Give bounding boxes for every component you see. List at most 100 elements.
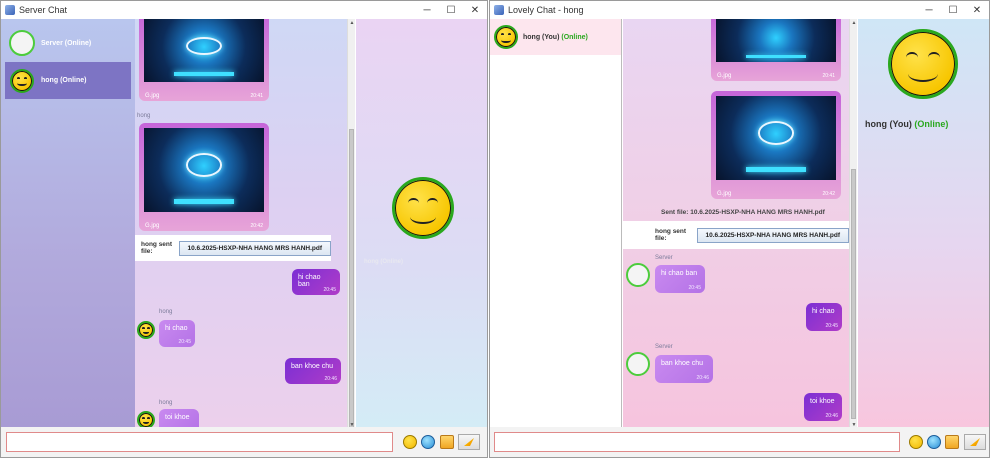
emoji-icon[interactable] [909,435,923,449]
outgoing-message: toi khoe 20:46 [804,393,842,421]
contact-status: (Online) [561,33,588,41]
incoming-message: hi chao ban 20:45 [655,265,705,293]
avatar [9,30,35,56]
avatar [626,263,650,287]
image-filename: G.jpg [145,223,160,229]
profile-name: hong [364,259,379,265]
file-download-button[interactable]: 10.6.2025-HSXP-NHA HANG MRS HANH.pdf [178,240,331,256]
incoming-message: toi khoe [159,409,199,427]
avatar-smiley-icon [10,68,34,93]
scroll-up-icon[interactable]: ▲ [850,19,858,27]
profile-status: (Online) [380,259,404,265]
image-filename: G.jpg [717,73,732,79]
title-bar: Lovely Chat - hong ─ ☐ ✕ [490,1,989,19]
maximize-icon[interactable]: ☐ [941,1,965,19]
profile-label: hong (Online) [364,259,403,265]
title-bar: Server Chat ─ ☐ ✕ [1,1,487,19]
contact-item-server[interactable]: Server (Online) [5,25,131,61]
outgoing-message: hi chao ban 20:45 [292,269,340,295]
sender-name: hong [159,309,173,315]
avatar-smiley-icon [494,25,518,49]
chat-messages: G.jpg 20:41 G.jpg 20:42 Sent file: 10.6.… [623,19,849,427]
contact-name: Server [41,39,63,47]
emoji-icon[interactable] [403,435,417,449]
file-label: hong sent file: [141,241,173,255]
message-text: ban khoe chu [291,363,334,370]
profile-avatar-smiley-icon [888,29,958,99]
profile-name: hong (You) [865,119,912,129]
contact-name: hong [41,77,59,84]
message-text: hi chao ban [661,270,698,277]
message-text: ban khoe chu [661,360,704,367]
file-message: hong sent file: 10.6.2025-HSXP-NHA HANG … [623,221,849,249]
profile-panel: hong (You) (Online) [858,19,989,427]
window-title: Lovely Chat - hong [508,5,584,15]
contact-list: hong (You) (Online) [490,19,622,427]
message-text: toi khoe [165,414,190,421]
message-time: 20:46 [825,413,838,419]
scroll-up-icon[interactable]: ▲ [348,19,356,27]
image-message[interactable]: G.jpg 20:41 [711,19,841,81]
close-icon[interactable]: ✕ [463,1,487,19]
scroll-thumb[interactable] [851,169,856,419]
chat-scrollbar[interactable]: ▲ ▼ [849,19,857,429]
contact-name: hong (You) [523,33,560,41]
outgoing-message: hi chao 20:45 [806,303,842,331]
app-icon [494,5,504,15]
maximize-icon[interactable]: ☐ [439,1,463,19]
server-chat-window: Server Chat ─ ☐ ✕ Server (Online) hong (… [0,0,488,458]
image-filename: G.jpg [145,93,160,99]
contact-status: (Online) [64,39,92,47]
file-label: hong sent file: [655,228,687,242]
send-icon[interactable] [964,434,986,450]
file-message: hong sent file: 10.6.2025-HSXP-NHA HANG … [135,235,331,261]
contact-status: (Online) [60,77,87,84]
chat-messages: G.jpg 20:41 hong G.jpg 20:42 hong sent f… [135,19,347,427]
minimize-icon[interactable]: ─ [917,1,941,19]
sender-name: Server [655,344,673,350]
send-icon[interactable] [458,434,480,450]
image-message[interactable]: G.jpg 20:41 [139,19,269,101]
message-image [144,19,264,82]
minimize-icon[interactable]: ─ [415,1,439,19]
image-icon[interactable] [421,435,435,449]
message-time: 20:42 [822,191,835,197]
message-time: 20:45 [178,339,191,345]
image-message[interactable]: G.jpg 20:42 [711,91,841,199]
file-download-button[interactable]: 10.6.2025-HSXP-NHA HANG MRS HANH.pdf [696,227,849,243]
folder-icon[interactable] [945,435,959,449]
avatar-smiley-icon [137,411,155,427]
sender-name: hong [137,113,151,119]
contact-item-hong[interactable]: hong (Online) [5,62,131,99]
message-time: 20:41 [250,93,263,99]
message-input[interactable] [6,432,393,452]
client-chat-window: Lovely Chat - hong ─ ☐ ✕ hong (You) (Onl… [489,0,990,458]
app-icon [5,5,15,15]
message-image [716,96,836,180]
message-time: 20:46 [696,375,709,381]
contact-list: Server (Online) hong (Online) [1,19,135,427]
message-composer [490,427,989,457]
image-icon[interactable] [927,435,941,449]
message-text: hi chao [165,325,188,332]
chat-scrollbar[interactable]: ▲ ▼ [347,19,355,429]
window-title: Server Chat [19,5,68,15]
incoming-message: ban khoe chu 20:46 [655,355,713,383]
profile-panel: hong (Online) [356,19,487,427]
contact-item-self[interactable]: hong (You) (Online) [490,19,621,55]
scroll-thumb[interactable] [349,129,354,429]
message-text: hi chao ban [298,274,321,288]
image-message[interactable]: G.jpg 20:42 [139,123,269,231]
sender-name: hong [159,400,173,406]
message-text: toi khoe [810,398,835,405]
sender-name: Server [655,255,673,261]
close-icon[interactable]: ✕ [965,1,989,19]
profile-avatar-smiley-icon [392,177,454,239]
avatar [626,352,650,376]
folder-icon[interactable] [440,435,454,449]
message-time: 20:45 [688,285,701,291]
incoming-message: hi chao 20:45 [159,320,195,347]
message-image [144,128,264,212]
message-input[interactable] [494,432,900,452]
image-filename: G.jpg [717,191,732,197]
